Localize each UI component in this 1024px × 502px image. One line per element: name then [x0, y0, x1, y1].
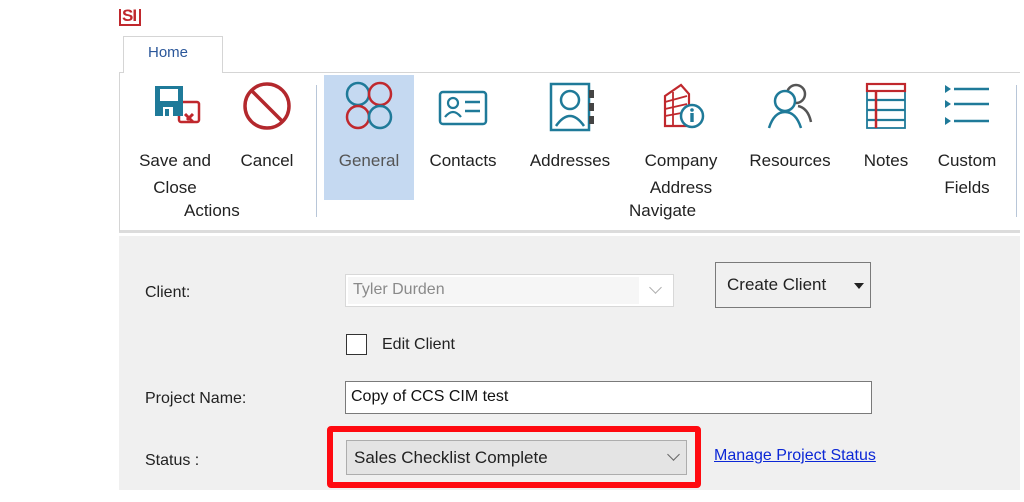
general-icon	[345, 81, 393, 130]
create-client-label: Create Client	[727, 275, 827, 294]
company-address-label: Company Address	[644, 151, 718, 197]
notes-button[interactable]: Notes	[850, 75, 922, 200]
chevron-down-icon	[649, 281, 662, 294]
project-name-label: Project Name:	[145, 390, 247, 407]
group-label-actions: Actions	[184, 201, 240, 220]
edit-client-checkbox[interactable]	[346, 334, 367, 355]
notes-icon	[865, 82, 907, 129]
project-name-input[interactable]: Copy of CCS CIM test	[345, 381, 872, 414]
save-and-close-label: Save and Close	[139, 151, 211, 197]
status-value: Sales Checklist Complete	[354, 448, 548, 467]
cancel-label: Cancel	[240, 151, 294, 170]
company-info-icon	[663, 83, 705, 129]
group-label-navigate: Navigate	[629, 201, 697, 220]
save-and-close-button[interactable]: Save and Close	[132, 75, 218, 200]
ribbon: Save and Close Cancel Actions General Co…	[119, 72, 1020, 233]
notes-label: Notes	[863, 151, 909, 170]
tab-home[interactable]: Home	[123, 36, 223, 73]
company-address-button[interactable]: Company Address	[632, 75, 730, 200]
chevron-down-icon	[667, 448, 680, 461]
cancel-button[interactable]: Cancel	[230, 75, 304, 200]
group-separator	[1016, 85, 1017, 217]
cancel-icon	[243, 82, 291, 130]
resources-label: Resources	[749, 151, 831, 170]
client-value: Tyler Durden	[353, 281, 445, 298]
save-close-icon	[155, 86, 201, 124]
status-label: Status :	[145, 452, 200, 469]
custom-fields-button[interactable]: Custom Fields	[926, 75, 1008, 200]
project-name-value: Copy of CCS CIM test	[351, 388, 509, 405]
general-button[interactable]: General	[324, 75, 414, 200]
resources-button[interactable]: Resources	[740, 75, 840, 200]
app-logo: SI	[119, 6, 141, 26]
edit-client-label: Edit Client	[382, 336, 455, 353]
status-combobox[interactable]: Sales Checklist Complete	[346, 440, 687, 475]
contacts-button[interactable]: Contacts	[418, 75, 508, 200]
tab-home-label: Home	[148, 44, 189, 61]
list-icon	[945, 85, 989, 125]
dropdown-arrow-icon	[854, 283, 864, 289]
contact-card-icon	[438, 90, 488, 126]
manage-project-status-link[interactable]: Manage Project Status	[714, 447, 876, 465]
people-icon	[767, 83, 813, 129]
create-client-button[interactable]: Create Client	[715, 262, 871, 308]
client-combobox: Tyler Durden	[345, 274, 674, 307]
client-label: Client:	[145, 284, 191, 301]
custom-fields-label: Custom Fields	[937, 151, 997, 197]
addresses-button[interactable]: Addresses	[518, 75, 622, 200]
general-label: General	[338, 151, 400, 170]
group-separator	[316, 85, 317, 217]
address-book-icon	[549, 82, 594, 132]
addresses-label: Addresses	[529, 151, 611, 170]
contacts-label: Contacts	[429, 151, 497, 170]
